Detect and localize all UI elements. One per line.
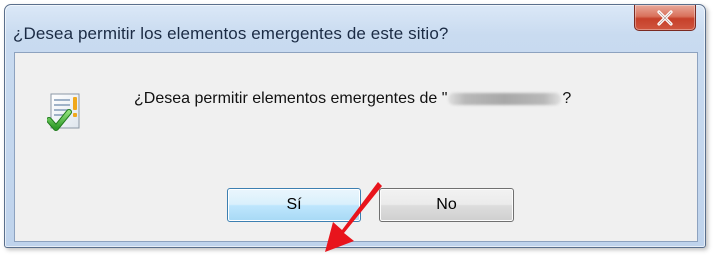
title-bar[interactable]: ¿Desea permitir los elementos emergentes… <box>5 5 705 43</box>
yes-button-label: Sí <box>286 196 302 213</box>
redacted-site-name <box>448 93 562 105</box>
warning-document-icon <box>47 93 80 131</box>
popup-permission-dialog: ¿Desea permitir los elementos emergentes… <box>4 4 706 252</box>
close-button[interactable] <box>634 5 696 31</box>
dialog-body: ¿Desea permitir elementos emergentes de … <box>14 52 698 252</box>
yes-button[interactable]: Sí <box>227 188 361 222</box>
message-text: ¿Desea permitir elementos emergentes de … <box>134 90 448 107</box>
dialog-message: ¿Desea permitir elementos emergentes de … <box>134 90 571 108</box>
close-icon <box>657 9 673 26</box>
message-suffix: ? <box>562 90 572 107</box>
no-button[interactable]: No <box>379 188 514 222</box>
no-button-label: No <box>436 196 457 213</box>
dialog-title: ¿Desea permitir los elementos emergentes… <box>13 24 449 43</box>
